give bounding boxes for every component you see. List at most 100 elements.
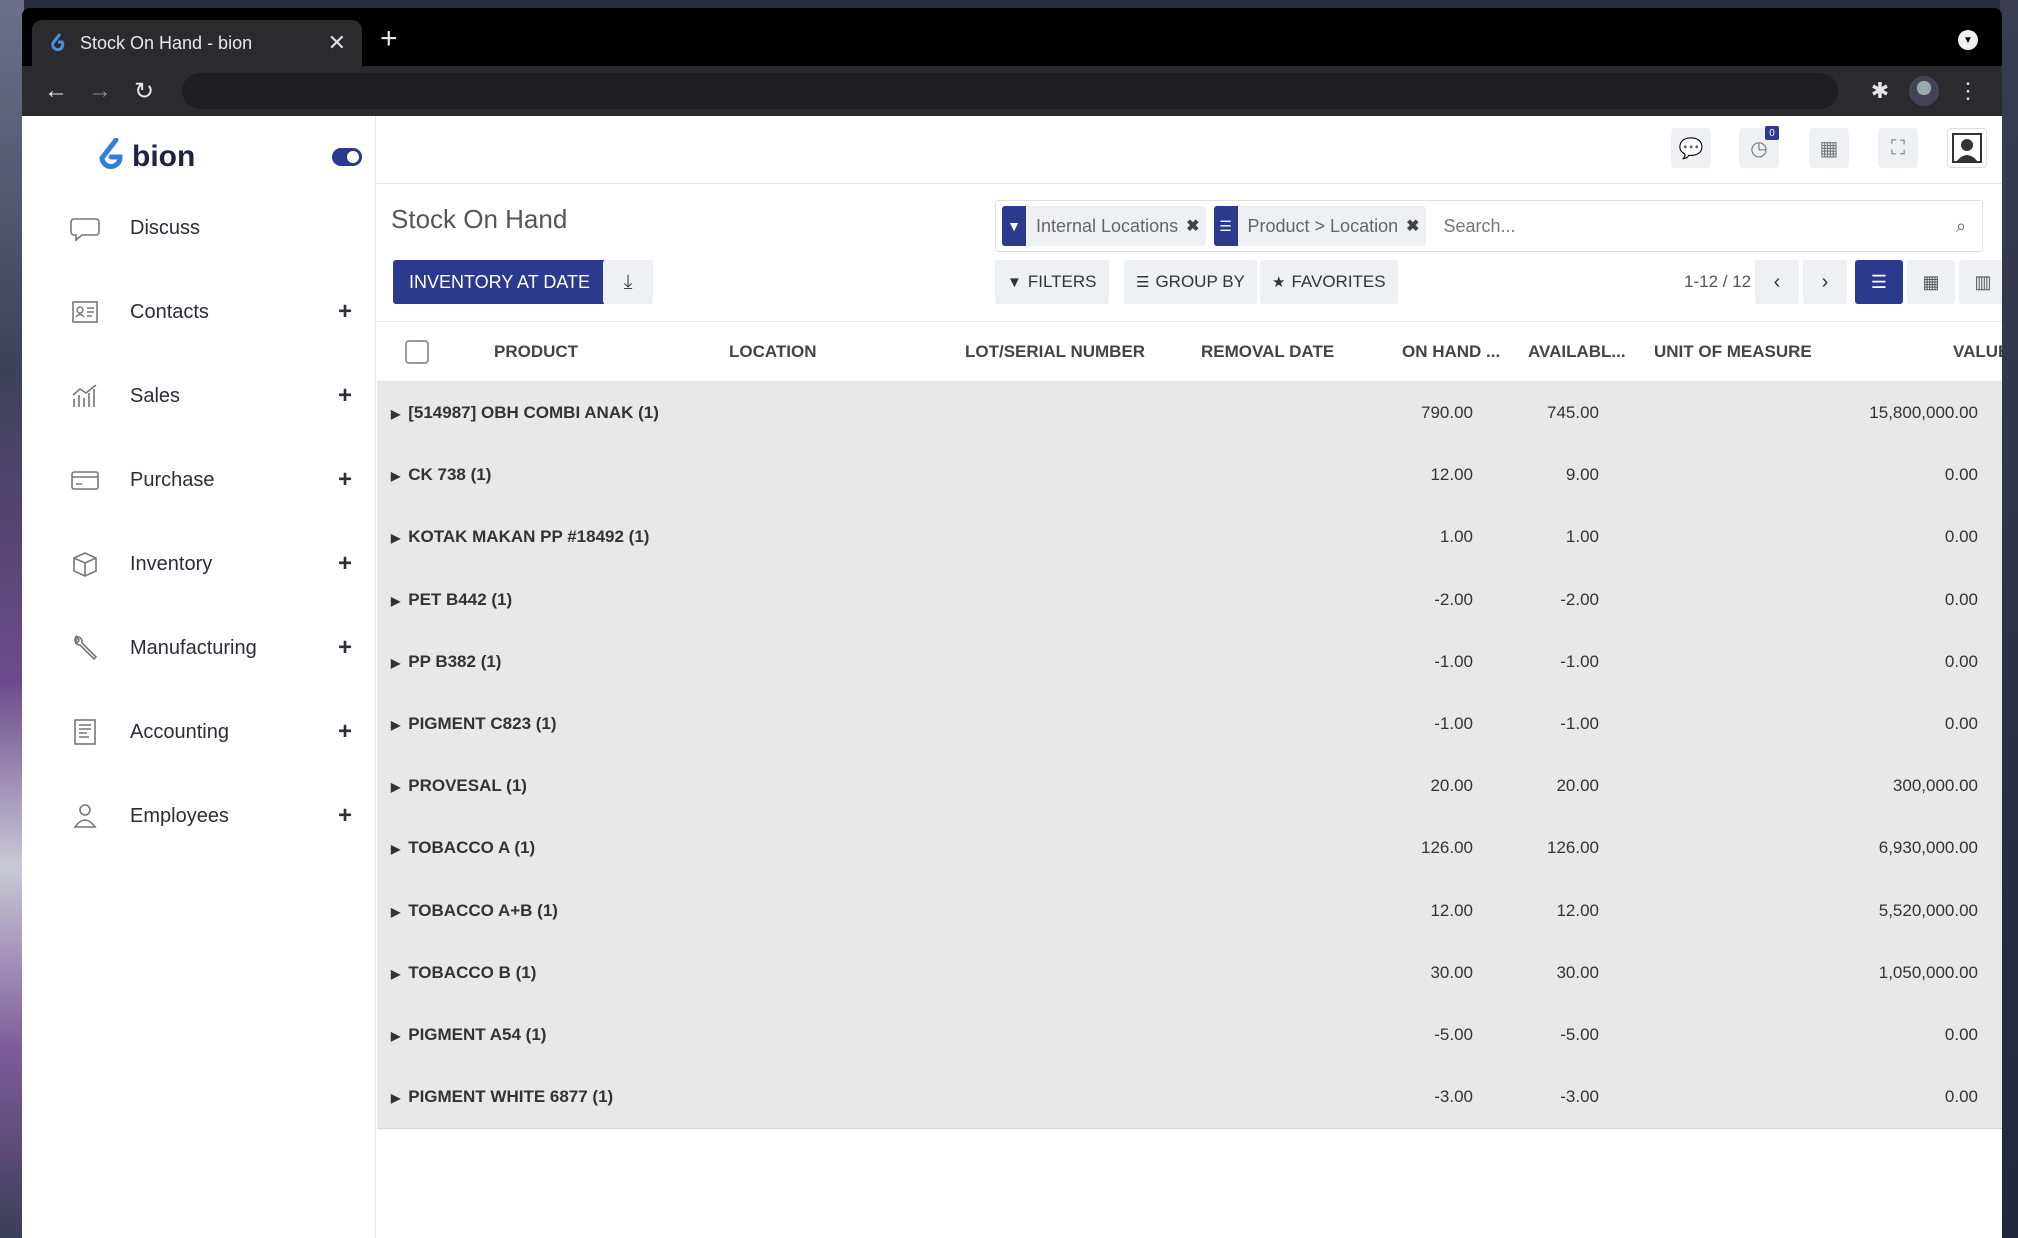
pivot-view-icon[interactable]: ▦ <box>1907 260 1955 304</box>
remove-facet-icon[interactable]: ✖ <box>1406 216 1425 236</box>
column-header-lot-serial[interactable]: LOT/SERIAL NUMBER <box>965 342 1145 362</box>
group-by-button[interactable]: ☰ GROUP BY <box>1124 260 1257 304</box>
group-label: TOBACCO A+B (1) <box>408 900 558 920</box>
new-tab-button[interactable]: + <box>380 22 398 56</box>
people-icon <box>73 804 97 828</box>
sidebar-item-purchase[interactable]: Purchase + <box>22 438 376 522</box>
sidebar-item-label: Inventory <box>130 552 213 575</box>
value-cell: 6,930,000.00 <box>1878 838 1978 858</box>
brand-logo[interactable]: bion <box>94 138 195 176</box>
sidebar-item-employees[interactable]: Employees + <box>22 774 376 858</box>
sidebar-item-accounting[interactable]: Accounting + <box>22 690 376 774</box>
column-header-on-hand[interactable]: ON HAND ... <box>1402 342 1500 362</box>
user-avatar[interactable] <box>1947 128 1987 168</box>
pager-previous-icon[interactable]: ‹ <box>1755 260 1799 304</box>
list-view-icon[interactable]: ☰ <box>1855 260 1903 304</box>
browser-toolbar: ← → ↻ ✱ ⋮ <box>22 66 2002 116</box>
available-cell: 9.00 <box>1565 465 1599 485</box>
messages-chat-icon[interactable]: 💬 <box>1671 128 1711 168</box>
table-row[interactable]: ▶ TOBACCO A (1) 126.00 126.00 6,930,000.00 <box>377 817 2002 879</box>
download-icon[interactable]: ⤓ <box>603 260 653 304</box>
fullscreen-icon[interactable]: ⛶ <box>1878 128 1918 168</box>
browser-window: Stock On Hand - bion ✕ + ▼ ← → ↻ ✱ ⋮ bio… <box>22 8 2002 1238</box>
tab-search-icon[interactable]: ▼ <box>1958 30 1978 50</box>
desktop-background-left <box>0 0 24 1238</box>
back-arrow-icon[interactable]: ← <box>34 77 78 105</box>
activity-clock-icon[interactable]: ◷ 0 <box>1739 126 1779 168</box>
column-header-location[interactable]: LOCATION <box>729 342 817 362</box>
sidebar-item-manufacturing[interactable]: Manufacturing + <box>22 606 376 690</box>
table-row[interactable]: ▶ TOBACCO A+B (1) 12.00 12.00 5,520,000.00 <box>377 880 2002 942</box>
remove-facet-icon[interactable]: ✖ <box>1186 216 1205 236</box>
column-header-removal-date[interactable]: REMOVAL DATE <box>1201 342 1334 362</box>
forward-arrow-icon[interactable]: → <box>78 77 122 105</box>
graph-view-icon[interactable]: ▥ <box>1959 260 2002 304</box>
search-input[interactable] <box>1433 215 1946 237</box>
expand-plus-icon[interactable]: + <box>338 298 352 326</box>
filters-button[interactable]: ▼ FILTERS <box>995 260 1109 304</box>
calculator-icon[interactable]: ▦ <box>1809 128 1849 168</box>
sidebar-toggle-switch[interactable] <box>332 148 362 166</box>
sidebar-item-label: Accounting <box>130 720 229 743</box>
expand-plus-icon[interactable]: + <box>338 550 352 578</box>
credit-card-icon <box>71 471 99 490</box>
value-cell: 0.00 <box>1944 651 1978 671</box>
filters-label: FILTERS <box>1027 272 1097 291</box>
control-panel: Stock On Hand INVENTORY AT DATE ⤓ ▼ Inte… <box>377 184 2002 322</box>
group-label: PIGMENT A54 (1) <box>408 1024 547 1044</box>
profile-avatar[interactable] <box>1909 76 1939 106</box>
column-header-available[interactable]: AVAILABL... <box>1528 342 1626 362</box>
sidebar-item-inventory[interactable]: Inventory + <box>22 522 376 606</box>
expand-plus-icon[interactable]: + <box>338 718 352 746</box>
expand-plus-icon[interactable]: + <box>338 466 352 494</box>
expand-plus-icon[interactable]: + <box>338 802 352 830</box>
contact-card-icon <box>72 301 98 323</box>
table-row[interactable]: ▶ PP B382 (1) -1.00 -1.00 0.00 <box>377 631 2002 693</box>
search-icon[interactable]: ⌕ <box>1946 216 1976 237</box>
browser-tab[interactable]: Stock On Hand - bion ✕ <box>32 20 362 66</box>
pager-value[interactable]: 1-12 / 12 <box>1684 272 1751 292</box>
caret-right-icon: ▶ <box>391 966 401 981</box>
extensions-puzzle-icon[interactable]: ✱ <box>1858 78 1902 104</box>
expand-plus-icon[interactable]: + <box>338 382 352 410</box>
select-all-checkbox[interactable] <box>405 340 429 364</box>
on-hand-cell: 30.00 <box>1430 962 1473 982</box>
table-row[interactable]: ▶ TOBACCO B (1) 30.00 30.00 1,050,000.00 <box>377 942 2002 1004</box>
table-row[interactable]: ▶ [514987] OBH COMBI ANAK (1) 790.00 745.00… <box>377 382 2002 444</box>
column-header-unit-of-measure[interactable]: UNIT OF MEASURE <box>1654 342 1812 362</box>
value-cell: 15,800,000.00 <box>1869 403 1978 422</box>
table-row[interactable]: ▶ PIGMENT C823 (1) -1.00 -1.00 0.00 <box>377 693 2002 755</box>
table-row[interactable]: ▶ PIGMENT WHITE 6877 (1) -3.00 -3.00 0.00 <box>377 1066 2002 1128</box>
table-row[interactable]: ▶ CK 738 (1) 12.00 9.00 0.00 <box>377 444 2002 506</box>
table-row[interactable]: ▶ KOTAK MAKAN PP #18492 (1) 1.00 1.00 0.00 <box>377 506 2002 568</box>
sidebar-item-label: Sales <box>130 384 181 407</box>
value-cell: 0.00 <box>1944 589 1978 609</box>
group-row-title: ▶ CK 738 (1) <box>391 465 491 485</box>
column-header-product[interactable]: PRODUCT <box>494 342 578 362</box>
column-header-value[interactable]: VALUE <box>1953 342 2002 362</box>
sidebar-item-discuss[interactable]: Discuss <box>22 186 376 270</box>
table-row[interactable]: ▶ PIGMENT A54 (1) -5.00 -5.00 0.00 <box>377 1004 2002 1066</box>
available-cell: 745.00 <box>1547 403 1599 422</box>
on-hand-cell: 126.00 <box>1421 838 1473 858</box>
group-row-title: ▶ PROVESAL (1) <box>391 776 527 796</box>
box-icon <box>73 552 97 577</box>
browser-menu-kebab-icon[interactable]: ⋮ <box>1946 78 1990 104</box>
group-row-title: ▶ PP B382 (1) <box>391 652 501 672</box>
table-row[interactable]: ▶ PET B442 (1) -2.00 -2.00 0.00 <box>377 569 2002 631</box>
close-tab-icon[interactable]: ✕ <box>328 30 346 56</box>
pager-next-icon[interactable]: › <box>1803 260 1847 304</box>
table-row[interactable]: ▶ PROVESAL (1) 20.00 20.00 300,000.00 <box>377 755 2002 817</box>
sidebar-item-label: Purchase <box>130 468 215 491</box>
expand-plus-icon[interactable]: + <box>338 634 352 662</box>
reload-icon[interactable]: ↻ <box>122 77 166 106</box>
inventory-at-date-button[interactable]: INVENTORY AT DATE <box>393 260 607 304</box>
sidebar-item-sales[interactable]: Sales + <box>22 354 376 438</box>
available-cell: -3.00 <box>1560 1087 1599 1107</box>
sidebar-item-contacts[interactable]: Contacts + <box>22 270 376 354</box>
favorites-button[interactable]: ★ FAVORITES <box>1260 260 1398 304</box>
address-bar[interactable] <box>182 73 1838 109</box>
caret-right-icon: ▶ <box>391 904 401 919</box>
group-label: PROVESAL (1) <box>408 776 527 796</box>
group-label: PP B382 (1) <box>408 651 502 671</box>
